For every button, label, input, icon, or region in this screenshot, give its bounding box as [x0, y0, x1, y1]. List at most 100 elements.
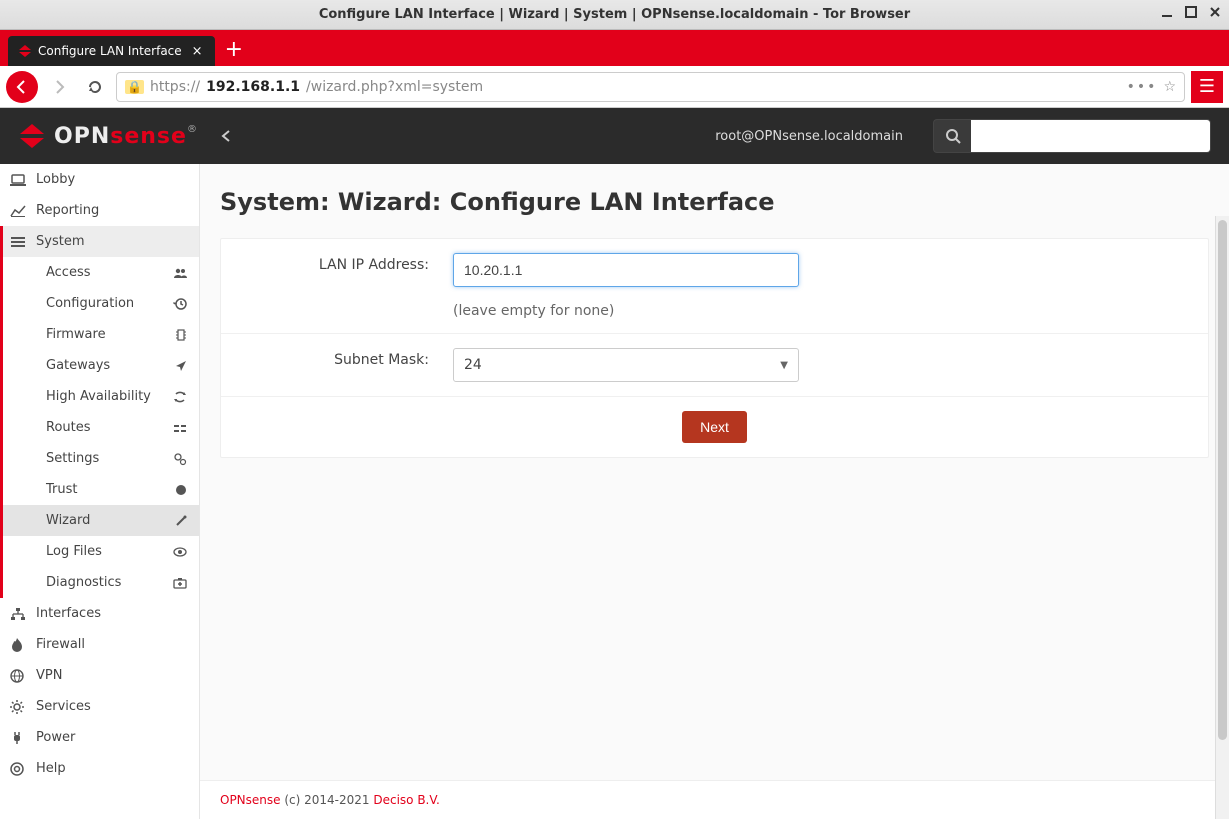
sidebar-sub-firmware[interactable]: Firmware	[0, 319, 199, 350]
subnet-select[interactable]: 24 ▼	[453, 348, 799, 382]
next-button[interactable]: Next	[682, 411, 747, 443]
nav-forward-button[interactable]	[44, 72, 74, 102]
vertical-scrollbar[interactable]	[1215, 216, 1229, 819]
sidebar-sub-label: Diagnostics	[46, 575, 165, 590]
search-button[interactable]	[933, 119, 971, 153]
list-icon	[10, 235, 28, 249]
footer-mid: (c) 2014-2021	[281, 793, 374, 807]
bookmark-star-icon[interactable]: ☆	[1163, 79, 1176, 95]
search-icon	[945, 128, 961, 144]
sidebar-sub-label: High Availability	[46, 389, 165, 404]
sidebar-sub-diagnostics[interactable]: Diagnostics	[0, 567, 199, 598]
footer-vendor-link[interactable]: Deciso B.V.	[373, 793, 440, 807]
sidebar-sub-label: Access	[46, 265, 165, 280]
nav-back-button[interactable]	[6, 71, 38, 103]
sidebar-sub-gateways[interactable]: Gateways	[0, 350, 199, 381]
browser-toolbar: 🔒 https://192.168.1.1/wizard.php?xml=sys…	[0, 66, 1229, 108]
sidebar-item-label: System	[36, 234, 187, 249]
sidebar-sub-wizard[interactable]: Wizard	[0, 505, 199, 536]
sidebar-sub-access[interactable]: Access	[0, 257, 199, 288]
history-icon	[173, 297, 187, 311]
window-titlebar: Configure LAN Interface | Wizard | Syste…	[0, 0, 1229, 30]
header-search	[933, 119, 1211, 153]
sidebar-submenu-system: Access Configuration Firmware Gateways H…	[0, 257, 199, 598]
magic-wand-icon	[175, 515, 187, 527]
logo-text-a: OPN	[54, 124, 110, 149]
route-icon	[173, 422, 187, 434]
new-tab-button[interactable]: +	[215, 38, 253, 66]
browser-tab[interactable]: Configure LAN Interface ×	[8, 36, 215, 66]
location-arrow-icon	[175, 360, 187, 372]
button-row: Next	[221, 397, 1208, 457]
subnet-label: Subnet Mask:	[221, 334, 441, 396]
search-input[interactable]	[971, 119, 1211, 153]
url-protocol: https://	[150, 79, 200, 95]
sidebar-item-label: Reporting	[36, 203, 187, 218]
lock-warning-icon: 🔒	[125, 80, 144, 94]
medkit-icon	[173, 577, 187, 589]
wizard-panel: LAN IP Address: (leave empty for none) S…	[220, 238, 1209, 458]
sidebar-item-label: Interfaces	[36, 606, 187, 621]
tab-title: Configure LAN Interface	[38, 44, 182, 58]
sidebar-sub-label: Settings	[46, 451, 165, 466]
logo-mark-icon	[18, 124, 46, 148]
certificate-icon	[175, 484, 187, 496]
user-label[interactable]: root@OPNsense.localdomain	[715, 129, 903, 144]
sidebar-item-label: VPN	[36, 668, 187, 683]
sidebar-item-system[interactable]: System	[0, 226, 199, 257]
address-bar[interactable]: 🔒 https://192.168.1.1/wizard.php?xml=sys…	[116, 72, 1185, 102]
page-title: System: Wizard: Configure LAN Interface	[220, 188, 1209, 216]
logo-registered-icon: ®	[187, 124, 198, 135]
lan-ip-helper: (leave empty for none)	[453, 303, 1196, 319]
page-actions-icon[interactable]: •••	[1127, 79, 1158, 95]
sidebar-item-label: Firewall	[36, 637, 187, 652]
chart-icon	[10, 204, 28, 218]
url-path: /wizard.php?xml=system	[306, 79, 483, 95]
browser-menu-button[interactable]: ☰	[1191, 71, 1223, 103]
sidebar-item-vpn[interactable]: VPN	[0, 660, 199, 691]
window-close-button[interactable]	[1209, 6, 1221, 18]
sidebar-item-services[interactable]: Services	[0, 691, 199, 722]
lan-ip-label: LAN IP Address:	[221, 239, 441, 333]
footer-brand-link[interactable]: OPNsense	[220, 793, 281, 807]
sidebar-sub-log-files[interactable]: Log Files	[0, 536, 199, 567]
chevron-down-icon: ▼	[780, 360, 788, 371]
sidebar-item-firewall[interactable]: Firewall	[0, 629, 199, 660]
sidebar-item-label: Lobby	[36, 172, 187, 187]
sidebar-item-reporting[interactable]: Reporting	[0, 195, 199, 226]
sidebar-item-label: Power	[36, 730, 187, 745]
window-maximize-button[interactable]	[1185, 6, 1197, 18]
form-row-subnet: Subnet Mask: 24 ▼	[221, 334, 1208, 397]
plug-icon	[10, 731, 28, 745]
sidebar-sub-configuration[interactable]: Configuration	[0, 288, 199, 319]
sidebar-item-label: Help	[36, 761, 187, 776]
sidebar-collapse-button[interactable]	[220, 129, 232, 143]
refresh-icon	[173, 391, 187, 403]
nav-reload-button[interactable]	[80, 72, 110, 102]
sidebar-sub-high-availability[interactable]: High Availability	[0, 381, 199, 412]
sidebar-item-lobby[interactable]: Lobby	[0, 164, 199, 195]
sidebar-item-power[interactable]: Power	[0, 722, 199, 753]
sidebar-sub-label: Firmware	[46, 327, 167, 342]
sidebar-sub-settings[interactable]: Settings	[0, 443, 199, 474]
footer: OPNsense (c) 2014-2021 Deciso B.V.	[200, 780, 1229, 819]
sidebar-item-help[interactable]: Help	[0, 753, 199, 784]
form-row-lan-ip: LAN IP Address: (leave empty for none)	[221, 239, 1208, 334]
lan-ip-input[interactable]	[453, 253, 799, 287]
sidebar: Lobby Reporting System Access	[0, 164, 200, 819]
sidebar-sub-label: Configuration	[46, 296, 165, 311]
sidebar-item-interfaces[interactable]: Interfaces	[0, 598, 199, 629]
sitemap-icon	[10, 607, 28, 621]
gears-icon	[173, 452, 187, 466]
sidebar-sub-label: Log Files	[46, 544, 165, 559]
window-title: Configure LAN Interface | Wizard | Syste…	[319, 7, 910, 22]
app-header: OPNsense® root@OPNsense.localdomain	[0, 108, 1229, 164]
tab-close-button[interactable]: ×	[190, 44, 205, 59]
sidebar-sub-routes[interactable]: Routes	[0, 412, 199, 443]
opnsense-logo[interactable]: OPNsense®	[18, 124, 198, 149]
sidebar-sub-label: Wizard	[46, 513, 167, 528]
microchip-icon	[175, 328, 187, 342]
sidebar-item-label: Services	[36, 699, 187, 714]
sidebar-sub-trust[interactable]: Trust	[0, 474, 199, 505]
window-minimize-button[interactable]	[1161, 6, 1173, 18]
